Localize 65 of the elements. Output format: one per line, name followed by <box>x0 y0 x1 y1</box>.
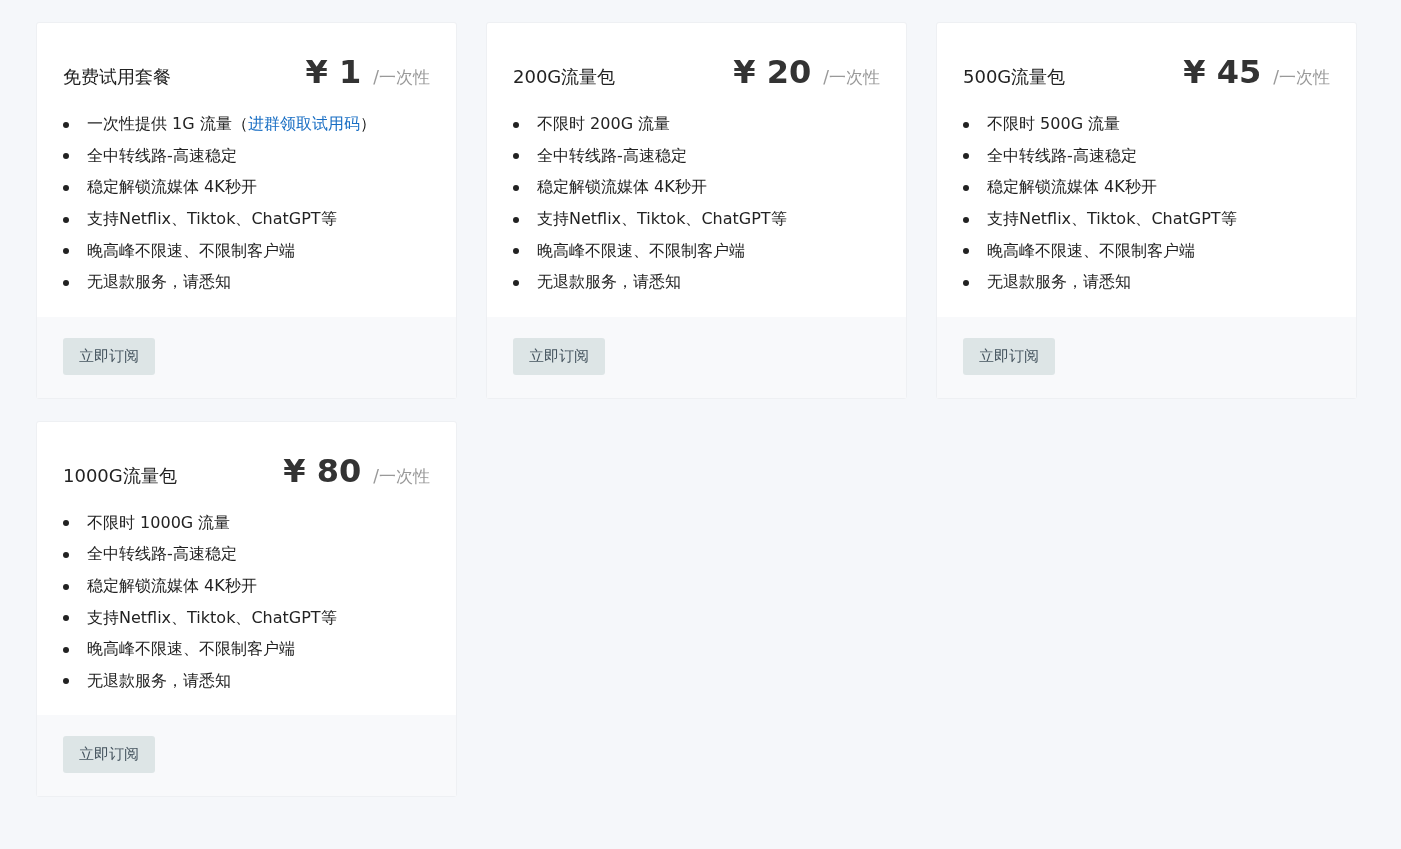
plan-name: 500G流量包 <box>963 65 1066 89</box>
bullet-icon <box>513 153 519 160</box>
bullet-icon <box>63 279 69 286</box>
bullet-icon <box>963 216 969 223</box>
trial-code-link[interactable]: 进群领取试用码 <box>247 114 360 134</box>
price-period: /一次性 <box>1273 66 1330 89</box>
feature-text: 稳定解锁流媒体 4K秒开 <box>87 177 257 199</box>
feature-text: 全中转线路-高速稳定 <box>87 544 237 566</box>
subscribe-button[interactable]: 立即订阅 <box>63 736 155 774</box>
price-period: /一次性 <box>823 66 880 89</box>
feature-text: 晚高峰不限速、不限制客户端 <box>87 240 295 262</box>
bullet-icon <box>513 279 519 286</box>
feature-text: 不限时 500G 流量 <box>987 114 1121 136</box>
feature-text: 支持Netflix、Tiktok、ChatGPT等 <box>537 209 787 231</box>
bullet-icon <box>63 615 69 622</box>
bullet-icon <box>513 121 519 128</box>
bullet-icon <box>63 153 69 160</box>
feature-text: 稳定解锁流媒体 4K秒开 <box>537 177 707 199</box>
bullet-icon <box>63 551 69 558</box>
feature-text: 全中转线路-高速稳定 <box>87 145 237 167</box>
feature-text: 晚高峰不限速、不限制客户端 <box>987 240 1195 262</box>
subscribe-button[interactable]: 立即订阅 <box>63 337 155 375</box>
bullet-icon <box>63 583 69 590</box>
bullet-icon <box>63 520 69 527</box>
bullet-icon <box>63 216 69 223</box>
bullet-icon <box>63 678 69 685</box>
plan-price: ¥ 20 <box>733 53 812 91</box>
plan-name: 1000G流量包 <box>63 463 177 488</box>
bullet-icon <box>963 279 969 286</box>
price-period: /一次性 <box>373 66 430 89</box>
bullet-icon <box>963 153 969 160</box>
bullet-icon <box>963 248 969 255</box>
feature-text: 一次性提供 1G 流量（进群领取试用码） <box>87 114 376 136</box>
plan-price: ¥ 1 <box>305 53 362 91</box>
feature-text: 无退款服务，请悉知 <box>537 272 681 294</box>
feature-text: 无退款服务，请悉知 <box>87 670 231 692</box>
feature-text: 晚高峰不限速、不限制客户端 <box>537 240 745 262</box>
feature-text: 全中转线路-高速稳定 <box>537 145 687 167</box>
bullet-icon <box>963 185 969 191</box>
feature-text: 稳定解锁流媒体 4K秒开 <box>987 177 1157 199</box>
bullet-icon <box>513 248 519 255</box>
price-period: /一次性 <box>373 464 430 488</box>
plan-name: 200G流量包 <box>513 65 616 89</box>
bullet-icon <box>513 216 519 223</box>
feature-text: 不限时 1000G 流量 <box>87 512 231 534</box>
bullet-icon <box>513 185 519 191</box>
feature-text: 无退款服务，请悉知 <box>87 272 231 294</box>
feature-text: 支持Netflix、Tiktok、ChatGPT等 <box>987 209 1237 231</box>
plan-price: ¥ 45 <box>1183 53 1262 91</box>
feature-text: 不限时 200G 流量 <box>537 114 671 136</box>
plan-price: ¥ 80 <box>283 451 362 490</box>
feature-text: 稳定解锁流媒体 4K秒开 <box>87 576 257 598</box>
plan-name: 免费试用套餐 <box>63 65 171 89</box>
bullet-icon <box>963 121 969 128</box>
subscribe-button[interactable]: 立即订阅 <box>513 337 605 375</box>
feature-text: 全中转线路-高速稳定 <box>987 145 1137 167</box>
feature-text: 支持Netflix、Tiktok、ChatGPT等 <box>87 607 337 629</box>
bullet-icon <box>63 646 69 653</box>
bullet-icon <box>63 185 69 191</box>
bullet-icon <box>63 248 69 255</box>
feature-text: 无退款服务，请悉知 <box>987 272 1131 294</box>
feature-text: 晚高峰不限速、不限制客户端 <box>87 639 295 661</box>
feature-text: 支持Netflix、Tiktok、ChatGPT等 <box>87 209 337 231</box>
bullet-icon <box>63 121 69 128</box>
subscribe-button[interactable]: 立即订阅 <box>963 337 1055 375</box>
